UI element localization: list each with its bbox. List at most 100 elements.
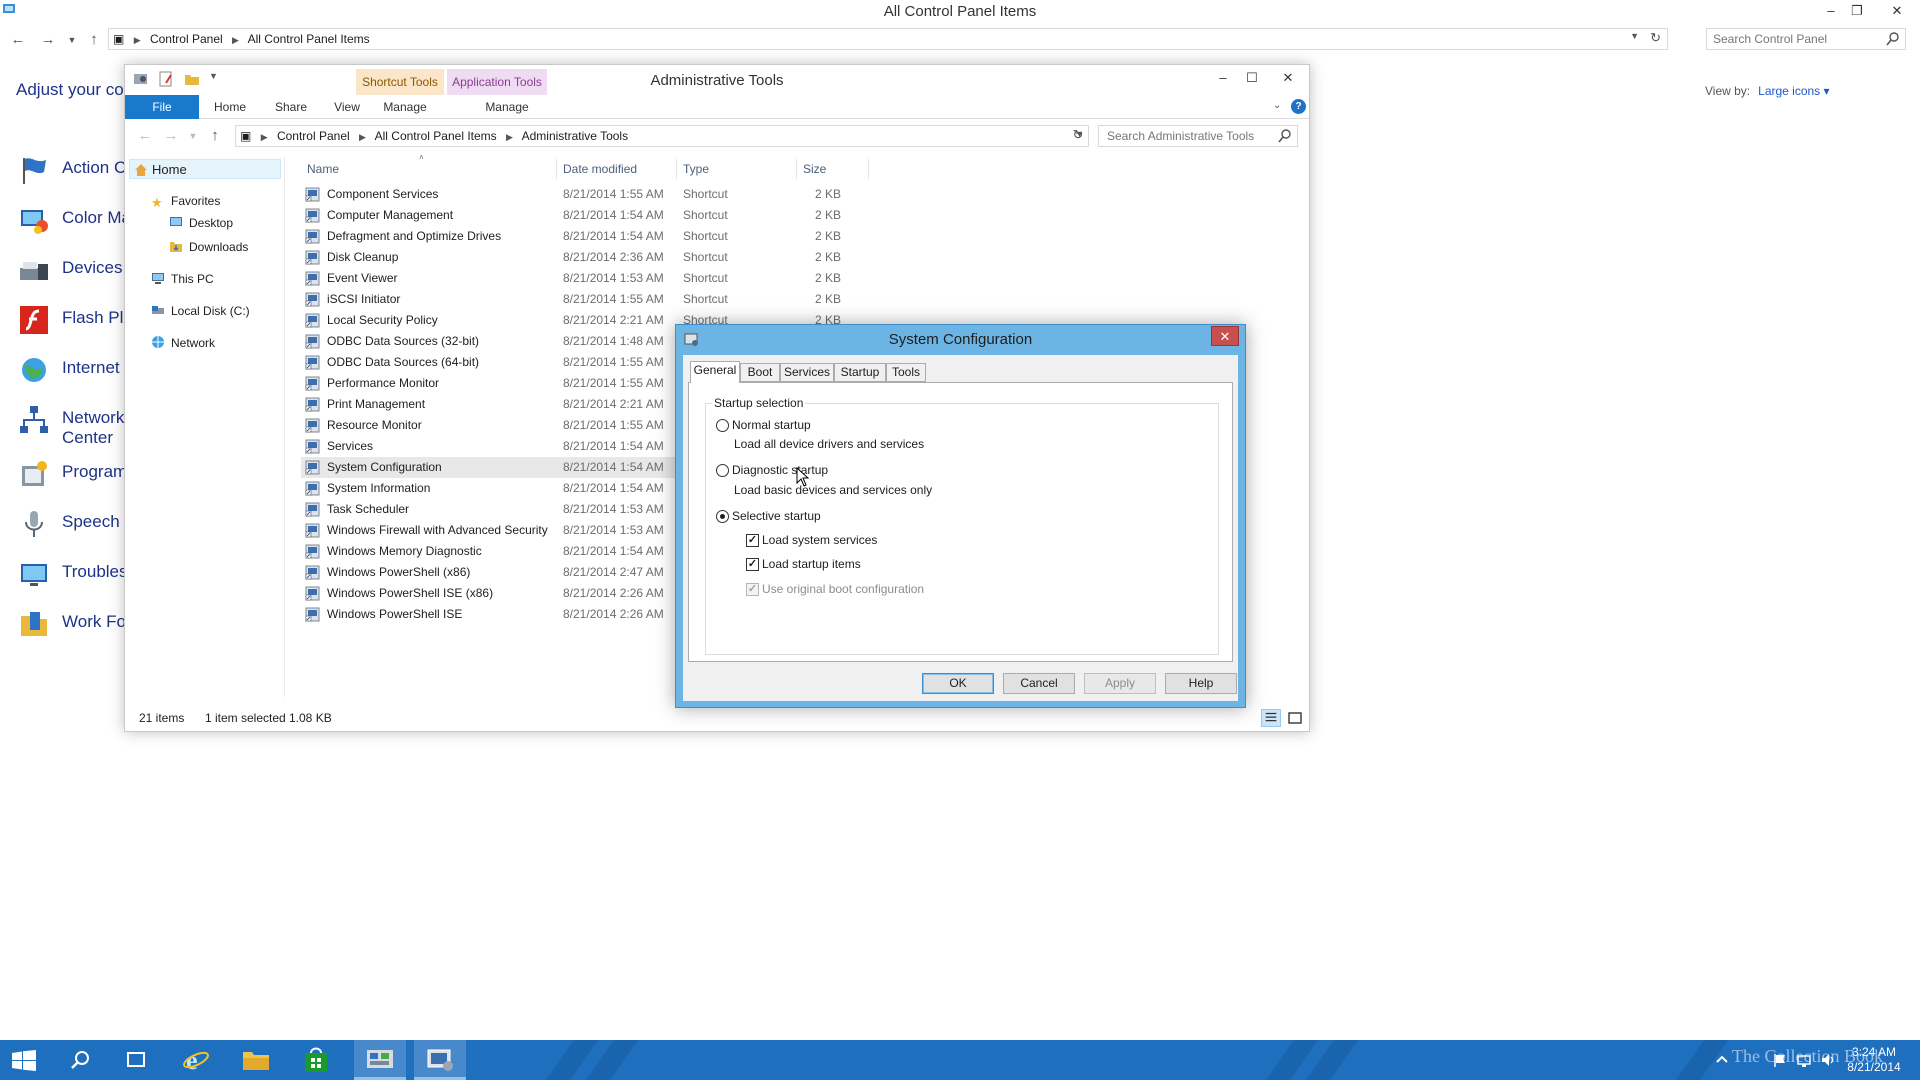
minimize-button[interactable]: – <box>1210 69 1236 87</box>
minimize-button[interactable]: – <box>1818 2 1844 20</box>
work-folders-icon <box>21 612 47 636</box>
load-startup-items-checkbox[interactable]: ✓ <box>746 558 759 571</box>
back-button[interactable]: ← <box>135 126 155 146</box>
recent-dropdown[interactable]: ▼ <box>183 126 203 146</box>
normal-startup-radio[interactable] <box>716 419 729 432</box>
help-button[interactable]: Help <box>1165 673 1237 694</box>
ribbon-tab-share[interactable]: Share <box>261 95 321 119</box>
view-by-dropdown[interactable]: Large icons ▾ <box>1758 84 1829 98</box>
load-startup-items-label[interactable]: Load startup items <box>762 557 861 571</box>
maximize-button[interactable]: ☐ <box>1239 69 1265 87</box>
table-row[interactable]: iSCSI Initiator 8/21/2014 1:55 AM Shortcut… <box>301 289 841 310</box>
color-management-icon <box>21 210 48 234</box>
tree-item-downloads[interactable]: Downloads <box>169 237 248 257</box>
table-row[interactable]: Event Viewer 8/21/2014 1:53 AM Shortcut 2 K… <box>301 268 841 289</box>
diagnostic-startup-radio[interactable] <box>716 464 729 477</box>
large-icons-view-icon[interactable] <box>1285 709 1305 727</box>
taskbar-clock[interactable]: 3:24 AM 8/21/2014 <box>1838 1045 1910 1075</box>
task-view-icon <box>127 1052 145 1067</box>
control-panel-address-row: ← → ▼ ↑ ▣ ▶ Control Panel ▶ All Control … <box>0 26 1920 56</box>
admin-search-input[interactable]: Search Administrative Tools <box>1098 125 1298 147</box>
breadcrumb-all-items[interactable]: All Control Panel Items <box>375 129 497 143</box>
use-original-boot-config-checkbox[interactable]: ✓ <box>746 583 759 596</box>
up-button[interactable]: ↑ <box>205 126 225 146</box>
ribbon-tab-home[interactable]: Home <box>199 95 261 119</box>
refresh-icon[interactable]: ↻ <box>1650 30 1661 46</box>
start-button[interactable] <box>0 1040 48 1080</box>
control-panel-address-bar[interactable]: ▣ ▶ Control Panel ▶ All Control Panel It… <box>108 28 1668 50</box>
tab-general[interactable]: General <box>690 361 740 383</box>
up-button[interactable]: ↑ <box>84 30 104 50</box>
close-button[interactable]: ✕ <box>1884 2 1910 20</box>
diagnostic-startup-label[interactable]: Diagnostic startup <box>732 463 828 477</box>
table-row[interactable]: Computer Management 8/21/2014 1:54 AM Shor… <box>301 205 841 226</box>
breadcrumb-control-panel[interactable]: Control Panel <box>150 32 223 46</box>
column-header-type[interactable]: Type <box>677 159 797 179</box>
internet-explorer-button[interactable]: e <box>172 1040 220 1080</box>
table-row[interactable]: Disk Cleanup 8/21/2014 2:36 AM Shortcut 2 K… <box>301 247 841 268</box>
expand-ribbon-icon[interactable]: ⌄ <box>1273 100 1281 111</box>
file-name: Computer Management <box>327 208 454 222</box>
shortcut-icon <box>305 502 320 517</box>
tab-services[interactable]: Services <box>780 363 834 382</box>
load-system-services-checkbox[interactable]: ✓ <box>746 534 759 547</box>
dialog-close-button[interactable]: ✕ <box>1211 326 1239 346</box>
close-button[interactable]: ✕ <box>1275 69 1301 87</box>
system-configuration-taskbar-button[interactable] <box>414 1040 466 1080</box>
cancel-button[interactable]: Cancel <box>1003 673 1075 694</box>
store-button[interactable] <box>292 1040 340 1080</box>
control-panel-taskbar-button[interactable] <box>354 1040 406 1080</box>
tray-expand-icon[interactable] <box>1714 1052 1730 1068</box>
restore-button[interactable]: ❐ <box>1844 2 1870 20</box>
tree-item-this-pc[interactable]: This PC <box>151 269 214 289</box>
breadcrumb-control-panel[interactable]: Control Panel <box>277 129 350 143</box>
back-button[interactable]: ← <box>8 30 28 50</box>
table-row[interactable]: Defragment and Optimize Drives 8/21/2014 … <box>301 226 841 247</box>
file-explorer-button[interactable] <box>232 1040 280 1080</box>
selective-startup-radio[interactable] <box>716 510 729 523</box>
forward-button[interactable]: → <box>161 126 181 146</box>
search-taskbar-button[interactable] <box>56 1040 104 1080</box>
tree-item-network[interactable]: Network <box>151 333 215 353</box>
table-row[interactable]: Component Services 8/21/2014 1:55 AM Short… <box>301 184 841 205</box>
ribbon-tab-file[interactable]: File <box>125 95 199 119</box>
recent-dropdown[interactable]: ▼ <box>62 30 82 50</box>
action-center-flag-icon[interactable] <box>1772 1052 1788 1068</box>
tree-item-home[interactable]: Home <box>129 159 281 179</box>
help-icon[interactable]: ? <box>1291 99 1306 114</box>
startup-selection-label: Startup selection <box>712 396 806 410</box>
ribbon-tab-view[interactable]: View <box>321 95 373 119</box>
column-header-size[interactable]: Size <box>797 159 869 179</box>
breadcrumb-all-items[interactable]: All Control Panel Items <box>248 32 370 46</box>
refresh-icon[interactable]: ↻ <box>1067 124 1089 146</box>
column-header-date[interactable]: Date modified <box>557 159 677 179</box>
volume-icon[interactable] <box>1820 1052 1836 1068</box>
tree-item-desktop[interactable]: Desktop <box>169 213 233 233</box>
column-header-name[interactable]: Name <box>301 159 557 179</box>
admin-address-bar[interactable]: ▣ ▶ Control Panel ▶ All Control Panel It… <box>235 125 1089 147</box>
load-system-services-label[interactable]: Load system services <box>762 533 877 547</box>
file-date: 8/21/2014 1:54 AM <box>563 460 664 474</box>
ribbon-tab-manage-application[interactable]: Manage <box>467 95 547 119</box>
details-view-icon[interactable] <box>1261 709 1281 727</box>
tab-boot[interactable]: Boot <box>740 363 780 382</box>
tab-startup[interactable]: Startup <box>834 363 886 382</box>
shortcut-icon <box>305 481 320 496</box>
selective-startup-label[interactable]: Selective startup <box>732 509 821 523</box>
task-view-button[interactable] <box>112 1040 160 1080</box>
apply-button[interactable]: Apply <box>1084 673 1156 694</box>
ribbon-tab-manage-shortcut[interactable]: Manage <box>371 95 439 119</box>
forward-button[interactable]: → <box>38 30 58 50</box>
normal-startup-label[interactable]: Normal startup <box>732 418 811 432</box>
network-tray-icon[interactable] <box>1796 1052 1812 1068</box>
file-type: Shortcut <box>683 187 728 201</box>
tree-item-local-disk[interactable]: Local Disk (C:) <box>151 301 250 321</box>
address-dropdown-icon[interactable]: ▼ <box>1630 31 1639 41</box>
breadcrumb-administrative-tools[interactable]: Administrative Tools <box>522 129 629 143</box>
control-panel-search-input[interactable]: Search Control Panel <box>1706 28 1906 50</box>
tree-item-favorites[interactable]: ★ Favorites <box>151 191 220 211</box>
ok-button[interactable]: OK <box>922 673 994 694</box>
file-name: Local Security Policy <box>327 313 438 327</box>
shortcut-icon <box>305 523 320 538</box>
tab-tools[interactable]: Tools <box>886 363 926 382</box>
